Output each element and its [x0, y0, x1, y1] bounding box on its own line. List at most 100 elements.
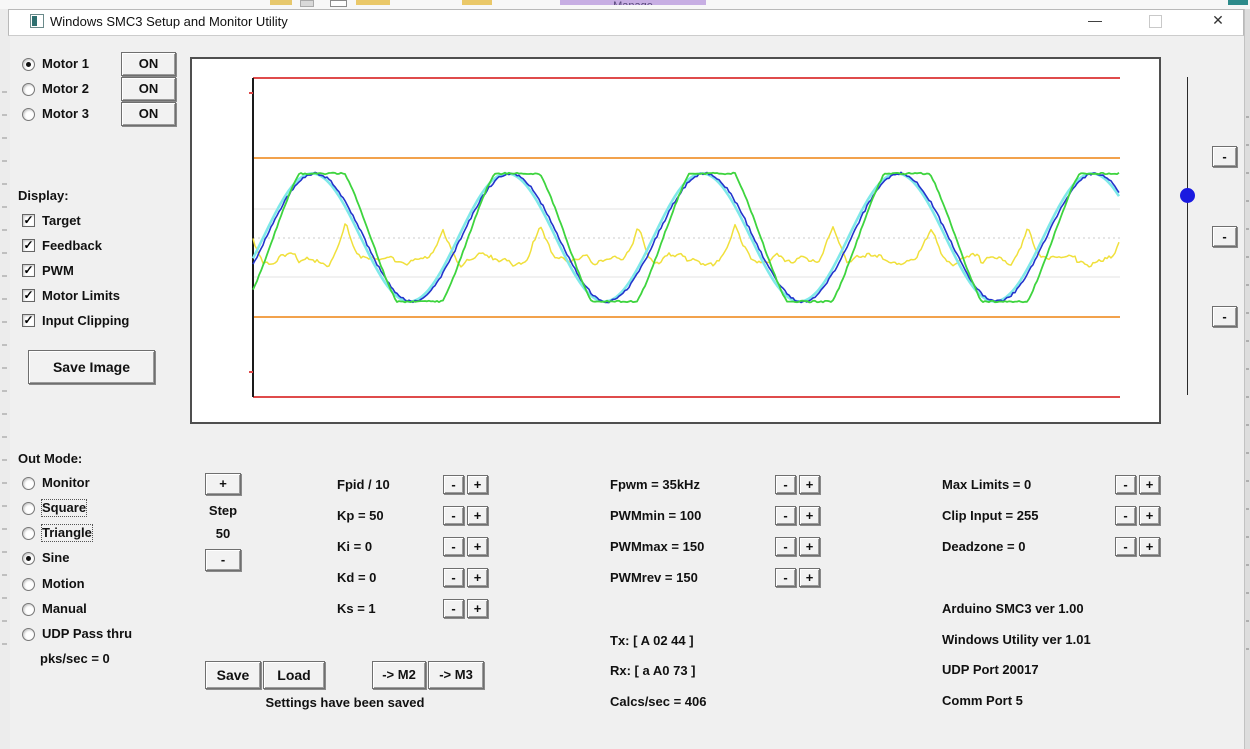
checkbox-motor-limits[interactable]: ✓: [22, 289, 35, 302]
motor-2-on-button[interactable]: ON: [121, 77, 176, 101]
checkbox-target[interactable]: ✓: [22, 214, 35, 227]
rx-readout: Rx: [ a A0 73 ]: [610, 663, 696, 678]
radio-motor-3[interactable]: [22, 108, 35, 121]
ks-minus-button[interactable]: -: [443, 599, 464, 618]
pwmmax-value: PWMmax = 150: [610, 539, 705, 554]
fpwm-value: Fpwm = 35kHz: [610, 477, 700, 492]
clip-input-minus-button[interactable]: -: [1115, 506, 1136, 525]
checkbox-pwm-label: PWM: [42, 263, 74, 278]
pwmrev-plus-button[interactable]: +: [799, 568, 820, 587]
step-value: 50: [215, 526, 231, 541]
trace-scale-minus-button-1[interactable]: -: [1212, 146, 1237, 167]
radio-monitor[interactable]: [22, 477, 35, 490]
radio-sine[interactable]: [22, 552, 35, 565]
pwmmin-plus-button[interactable]: +: [799, 506, 820, 525]
checkbox-input-clipping-label: Input Clipping: [42, 313, 130, 328]
step-plus-button[interactable]: +: [205, 473, 241, 495]
copy-to-m2-button[interactable]: -> M2: [372, 661, 426, 689]
udp-port: UDP Port 20017: [942, 662, 1039, 677]
maximize-icon: [1149, 15, 1162, 28]
ki-plus-button[interactable]: +: [467, 537, 488, 556]
comm-port: Comm Port 5: [942, 693, 1023, 708]
check-icon: ✓: [23, 288, 34, 302]
radio-motor-1[interactable]: [22, 58, 35, 71]
max-limits-value: Max Limits = 0: [942, 477, 1032, 492]
kp-minus-button[interactable]: -: [443, 506, 464, 525]
motor-3-label: Motor 3: [42, 106, 89, 121]
radio-triangle-label: Triangle: [41, 524, 93, 542]
pwmrev-minus-button[interactable]: -: [775, 568, 796, 587]
ki-value: Ki = 0: [337, 539, 373, 554]
background-text-artifacts: [2, 70, 7, 650]
check-icon: ✓: [23, 263, 34, 277]
pwmmin-value: PWMmin = 100: [610, 508, 702, 523]
status-message: Settings have been saved: [265, 695, 425, 710]
deadzone-minus-button[interactable]: -: [1115, 537, 1136, 556]
kd-minus-button[interactable]: -: [443, 568, 464, 587]
motor-1-on-button[interactable]: ON: [121, 52, 176, 76]
radio-monitor-label: Monitor: [42, 475, 90, 490]
save-button[interactable]: Save: [205, 661, 261, 689]
radio-udp-pass-thru[interactable]: [22, 628, 35, 641]
pwmrev-value: PWMrev = 150: [610, 570, 698, 585]
load-button[interactable]: Load: [263, 661, 325, 689]
pwmmax-plus-button[interactable]: +: [799, 537, 820, 556]
save-image-button[interactable]: Save Image: [28, 350, 155, 384]
ki-minus-button[interactable]: -: [443, 537, 464, 556]
tx-readout: Tx: [ A 02 44 ]: [610, 633, 694, 648]
kd-plus-button[interactable]: +: [467, 568, 488, 587]
checkbox-target-label: Target: [42, 213, 81, 228]
check-icon: ✓: [23, 238, 34, 252]
scale-slider-thumb[interactable]: [1180, 188, 1195, 203]
clip-input-plus-button[interactable]: +: [1139, 506, 1160, 525]
pwmmin-minus-button[interactable]: -: [775, 506, 796, 525]
max-limits-plus-button[interactable]: +: [1139, 475, 1160, 494]
fpwm-minus-button[interactable]: -: [775, 475, 796, 494]
step-label: Step: [208, 503, 238, 518]
kp-value: Kp = 50: [337, 508, 384, 523]
folder-icon: [356, 0, 390, 5]
radio-square[interactable]: [22, 502, 35, 515]
background-fragment: [270, 0, 292, 5]
trace-scale-minus-button-2[interactable]: -: [1212, 226, 1237, 247]
radio-manual[interactable]: [22, 603, 35, 616]
radio-motion[interactable]: [22, 578, 35, 591]
step-minus-button[interactable]: -: [205, 549, 241, 571]
background-fragment: [1228, 0, 1248, 5]
fpid-plus-button[interactable]: +: [467, 475, 488, 494]
close-button[interactable]: ✕: [1203, 12, 1233, 30]
display-heading: Display:: [18, 188, 69, 203]
check-icon: ✓: [23, 213, 34, 227]
deadzone-plus-button[interactable]: +: [1139, 537, 1160, 556]
copy-to-m3-button[interactable]: -> M3: [428, 661, 484, 689]
scale-slider-track[interactable]: [1187, 77, 1188, 395]
kp-plus-button[interactable]: +: [467, 506, 488, 525]
radio-sine-label: Sine: [42, 550, 70, 565]
fpid-minus-button[interactable]: -: [443, 475, 464, 494]
max-limits-minus-button[interactable]: -: [1115, 475, 1136, 494]
background-fragment: [300, 0, 314, 7]
arduino-version: Arduino SMC3 ver 1.00: [942, 601, 1084, 616]
motor-3-on-button[interactable]: ON: [121, 102, 176, 126]
checkbox-motor-limits-label: Motor Limits: [42, 288, 120, 303]
background-fragment: [330, 0, 347, 7]
app-icon: [30, 14, 44, 28]
checkbox-pwm[interactable]: ✓: [22, 264, 35, 277]
checkbox-feedback[interactable]: ✓: [22, 239, 35, 252]
radio-triangle[interactable]: [22, 527, 35, 540]
radio-motor-2[interactable]: [22, 83, 35, 96]
motor-1-label: Motor 1: [42, 56, 89, 71]
trace-scale-minus-button-3[interactable]: -: [1212, 306, 1237, 327]
scope-plot-canvas: [249, 77, 1121, 398]
out-mode-heading: Out Mode:: [18, 451, 83, 466]
pwmmax-minus-button[interactable]: -: [775, 537, 796, 556]
minimize-button[interactable]: —: [1080, 12, 1110, 30]
ks-plus-button[interactable]: +: [467, 599, 488, 618]
motor-2-label: Motor 2: [42, 81, 89, 96]
maximize-button: [1140, 12, 1170, 30]
radio-manual-label: Manual: [42, 601, 87, 616]
clip-input-value: Clip Input = 255: [942, 508, 1039, 523]
fpwm-plus-button[interactable]: +: [799, 475, 820, 494]
window-title: Windows SMC3 Setup and Monitor Utility: [50, 14, 288, 29]
checkbox-input-clipping[interactable]: ✓: [22, 314, 35, 327]
